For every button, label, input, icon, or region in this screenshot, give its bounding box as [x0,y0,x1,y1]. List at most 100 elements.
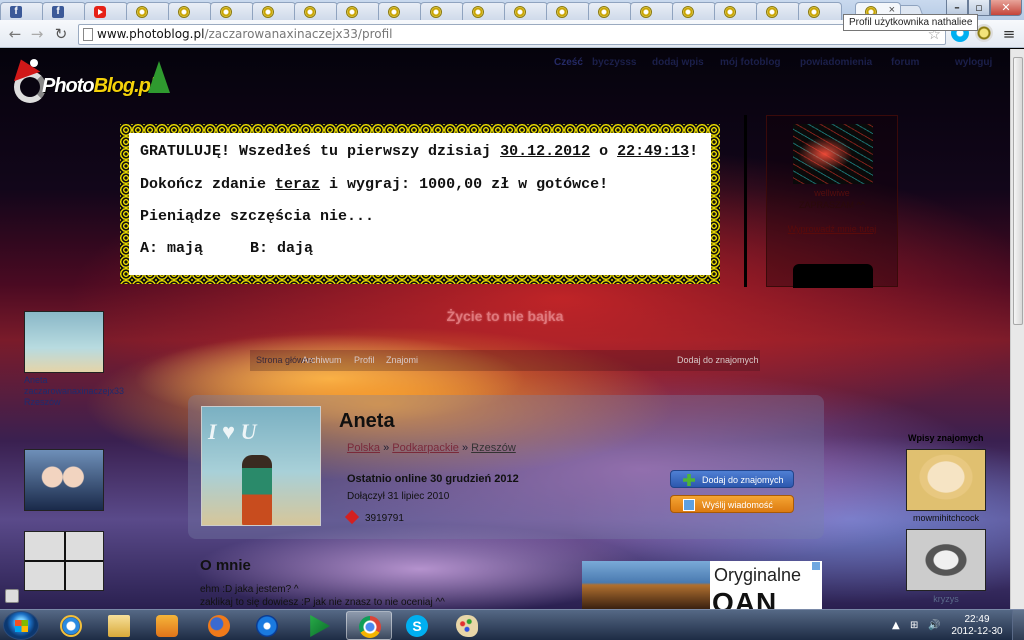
taskbar-app-button[interactable] [444,611,490,640]
start-button[interactable] [3,611,39,640]
paint-icon [456,615,478,637]
photoblog-icon [682,6,694,18]
address-bar[interactable]: www.photoblog.pl/zaczarowanaxinaczejx33/… [78,24,946,45]
left-profile-thumbnail[interactable] [24,311,104,373]
left-photo-collage[interactable] [24,531,104,591]
photoblog-icon [472,6,484,18]
sidebar-promo-image[interactable] [793,124,873,184]
taskbar-app-button[interactable] [296,611,342,640]
about-me-text-2: zaklikaj to się dowiesz :P jak nie znasz… [200,597,445,608]
message-icon [683,499,695,511]
back-button[interactable]: ← [6,25,24,43]
subnav-archive[interactable]: Archiwum [302,355,342,365]
browser-tab[interactable]: f [42,2,86,20]
page-corner-icon[interactable] [5,589,19,603]
browser-tab[interactable] [588,2,632,20]
subnav-friends[interactable]: Znajomi [386,355,418,365]
browser-tab[interactable] [84,2,128,20]
avatar-sky-writing: I ♥ U [208,419,257,444]
friend-post-thumbnail[interactable] [906,529,986,591]
banner-content: GRATULUJĘ! Wszedłeś tu pierwszy dzisiaj … [129,133,711,275]
nav-user-link[interactable]: byczysss [592,57,636,68]
browser-tab[interactable] [546,2,590,20]
taskbar-app-button[interactable] [196,611,242,640]
chrome-menu-icon[interactable]: ≡ [1000,25,1018,43]
friend-post-caption[interactable]: mowmihitchcock [906,513,986,523]
clock-date: 2012-12-30 [951,626,1003,637]
taskbar-app-button[interactable] [96,611,142,640]
profile-avatar[interactable]: I ♥ U [201,406,321,526]
nav-my-photoblog-link[interactable]: mój fotoblog [720,57,781,68]
subnav-profile[interactable]: Profil [354,355,375,365]
reload-button[interactable]: ↻ [52,25,70,43]
browser-tab[interactable] [756,2,800,20]
browser-tab[interactable] [462,2,506,20]
ad-brand: OAN [712,587,778,609]
friend-post-caption[interactable]: kryzys [906,594,986,604]
taskbar-app-button[interactable]: S [394,611,440,640]
promo-banner[interactable]: GRATULUJĘ! Wszedłeś tu pierwszy dzisiaj … [120,124,720,284]
browser-tab[interactable] [210,2,254,20]
plus-icon [683,474,695,486]
add-friend-button[interactable]: Dodaj do znajomych [670,470,794,488]
left-profile-username[interactable]: zaczarowanaxinaczejx33 [24,386,124,397]
browser-tab[interactable] [378,2,422,20]
left-photo-thumbnail[interactable] [24,449,104,511]
taskbar-app-button[interactable] [346,611,392,640]
taskbar-app-button[interactable] [244,611,290,640]
location-region[interactable]: Podkarpackie [392,442,459,454]
friend-post-thumbnail[interactable] [906,449,986,511]
system-clock[interactable]: 22:49 2012-12-30 [950,614,1004,638]
photoblog-icon [766,6,778,18]
youtube-icon [94,6,106,18]
photoblog-icon [304,6,316,18]
taskbar-app-button[interactable] [144,611,190,640]
browser-tab[interactable]: f [0,2,44,20]
browser-tab[interactable] [672,2,716,20]
browser-tab[interactable] [420,2,464,20]
photoblog-icon [220,6,232,18]
volume-tray-icon[interactable]: 🔊 [928,620,940,631]
nav-notifications-link[interactable]: powiadomienia [800,57,872,68]
browser-tab[interactable] [336,2,380,20]
browser-tab[interactable] [630,2,674,20]
greeting-text: Cześć [554,57,583,68]
browser-tab[interactable] [714,2,758,20]
tray-chevron-icon[interactable]: ▲ [892,620,900,631]
banner-answer-b[interactable]: B: dają [250,240,313,257]
sidebar-promo-user[interactable]: wellwiwe [767,188,897,198]
scrollbar-thumb[interactable] [1013,57,1023,325]
forward-button[interactable]: → [28,25,46,43]
browser-tab[interactable] [252,2,296,20]
browser-tab[interactable] [294,2,338,20]
taskbar-app-button[interactable] [48,611,94,640]
close-window-button[interactable]: ✕ [990,0,1022,16]
profile-name: Aneta [339,410,395,432]
browser-tab[interactable] [126,2,170,20]
adchoices-icon[interactable] [812,562,820,570]
network-tray-icon[interactable]: ⊞ [910,620,918,631]
nav-add-post-link[interactable]: dodaj wpis [652,57,704,68]
subnav-add-friend[interactable]: Dodaj do znajomych [677,355,759,365]
browser-tab[interactable] [168,2,212,20]
advertisement[interactable]: Oryginalne OAN [582,561,822,609]
photoblog-logo[interactable]: PhotoBlog.pl [7,54,178,107]
url-text: www.photoblog.pl/zaczarowanaxinaczejx33/… [97,27,393,41]
folder-icon [108,615,130,637]
vertical-scrollbar[interactable] [1010,49,1024,609]
nav-forum-link[interactable]: forum [891,57,919,68]
internet-explorer-icon [60,615,82,637]
sidebar-promo-link[interactable]: Wyprowadź mnie tutaj [767,224,897,234]
photoblog-icon [388,6,400,18]
nav-logout-link[interactable]: wyloguj [955,57,992,68]
web-page: PhotoBlog.pl Cześć byczysss dodaj wpis m… [0,49,1010,609]
show-desktop-button[interactable] [1012,610,1024,640]
location-country[interactable]: Polska [347,442,380,454]
send-message-button[interactable]: Wyślij wiadomość [670,495,794,513]
banner-line-2: Dokończ zdanie teraz i wygraj: 1000,00 z… [140,176,609,193]
location-city[interactable]: Rzeszów [471,442,516,454]
browser-tab[interactable] [504,2,548,20]
chrome-icon [359,616,381,638]
browser-tab[interactable] [798,2,842,20]
banner-answer-a[interactable]: A: mają [140,240,203,257]
